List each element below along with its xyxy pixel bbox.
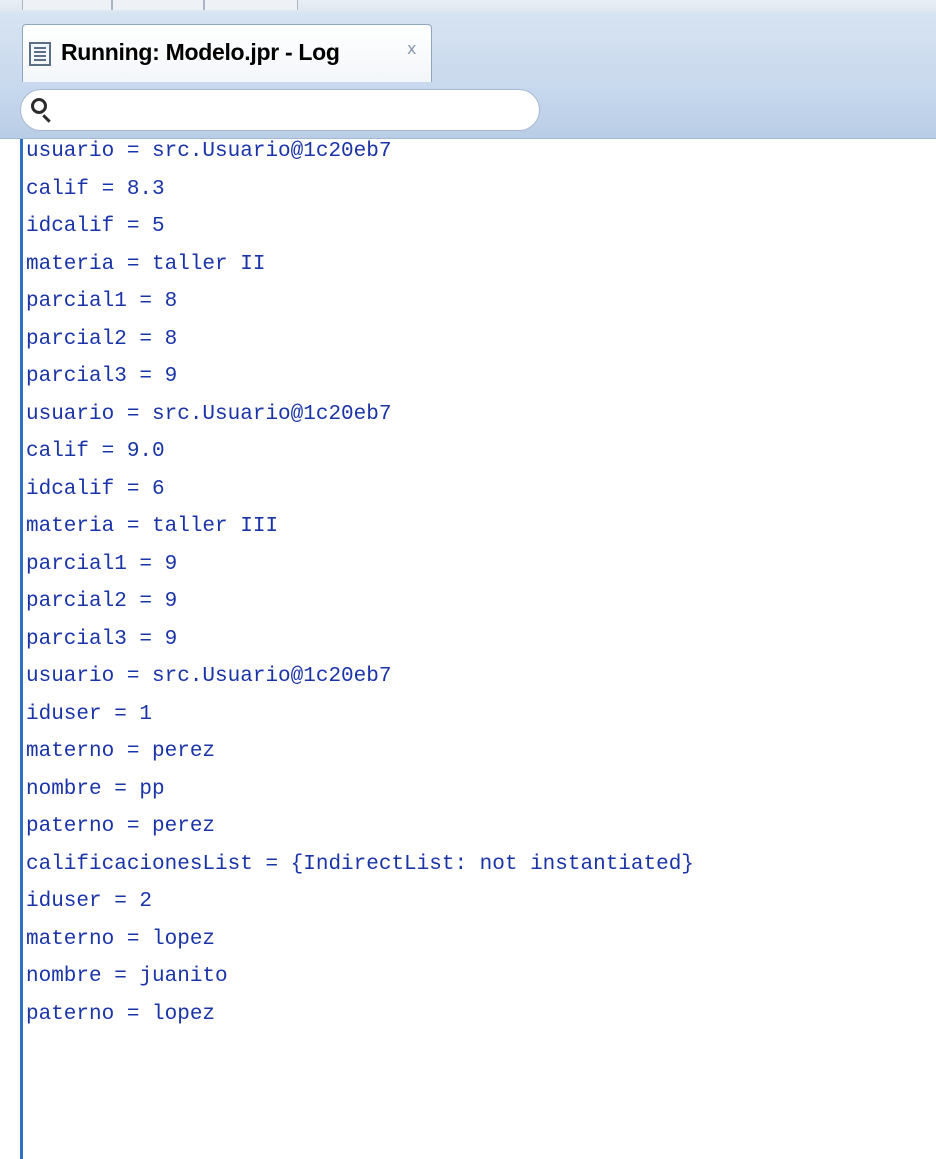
log-line: usuario = src.Usuario@1c20eb7 bbox=[26, 140, 392, 163]
log-line: calificacionesList = {IndirectList: not … bbox=[26, 852, 694, 876]
tab-stub[interactable] bbox=[22, 0, 112, 10]
log-line: materno = lopez bbox=[26, 927, 216, 951]
log-document-icon bbox=[29, 42, 51, 66]
tab-stub[interactable] bbox=[112, 0, 204, 10]
log-line: materno = perez bbox=[26, 740, 216, 763]
log-line: usuario = src.Usuario@1c20eb7 bbox=[26, 402, 392, 426]
log-line: calif = 9.0 bbox=[26, 440, 165, 463]
log-line: materia = taller III bbox=[26, 515, 279, 538]
log-line: iduser = 2 bbox=[26, 890, 153, 913]
search-field[interactable] bbox=[20, 89, 540, 131]
log-gutter-rule bbox=[20, 139, 23, 1159]
log-line: paterno = lopez bbox=[26, 1002, 216, 1026]
log-window: Running: Modelo.jpr - Log x usuario = sr… bbox=[0, 0, 936, 1159]
log-lines: usuario = src.Usuario@1c20eb7 calif = 8.… bbox=[26, 139, 694, 1033]
log-line: idcalif = 6 bbox=[26, 477, 165, 501]
log-line: usuario = src.Usuario@1c20eb7 bbox=[26, 665, 392, 688]
log-line: parcial1 = 8 bbox=[26, 290, 178, 313]
log-line: parcial1 = 9 bbox=[26, 552, 178, 576]
tab-running-log[interactable]: Running: Modelo.jpr - Log x bbox=[22, 24, 432, 82]
tab-stub[interactable] bbox=[204, 0, 298, 10]
log-line: nombre = pp bbox=[26, 777, 165, 801]
log-line: parcial3 = 9 bbox=[26, 627, 178, 651]
log-line: calif = 8.3 bbox=[26, 177, 165, 201]
close-icon[interactable]: x bbox=[407, 39, 416, 58]
log-line: idcalif = 5 bbox=[26, 215, 165, 238]
search-icon[interactable] bbox=[31, 98, 47, 114]
log-line: paterno = perez bbox=[26, 815, 216, 838]
log-line: parcial2 = 9 bbox=[26, 590, 178, 613]
log-line: parcial2 = 8 bbox=[26, 327, 178, 351]
tab-bar: Running: Modelo.jpr - Log x bbox=[0, 12, 936, 83]
log-line: iduser = 1 bbox=[26, 702, 153, 726]
log-line: nombre = juanito bbox=[26, 965, 228, 988]
log-line: parcial3 = 9 bbox=[26, 365, 178, 388]
log-output[interactable]: usuario = src.Usuario@1c20eb7 calif = 8.… bbox=[0, 139, 936, 1159]
search-input[interactable] bbox=[59, 96, 533, 126]
search-bar bbox=[0, 82, 936, 139]
log-line: materia = taller II bbox=[26, 252, 266, 276]
tab-title: Running: Modelo.jpr - Log bbox=[61, 39, 340, 65]
